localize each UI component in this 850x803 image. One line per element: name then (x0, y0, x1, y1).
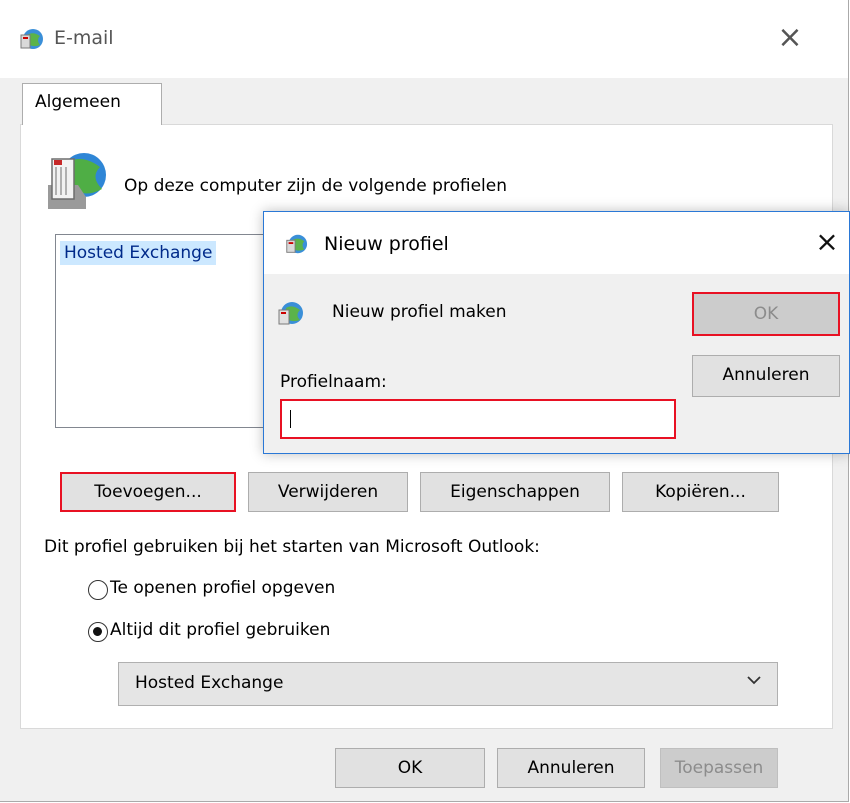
cancel-button[interactable]: Annuleren (497, 748, 645, 788)
remove-profile-button[interactable]: Verwijderen (248, 472, 408, 512)
radio-always-use-profile-label[interactable]: Altijd dit profiel gebruiken (110, 620, 330, 640)
dialog-title-bar: Nieuw profiel × (264, 212, 849, 274)
title-bar: E-mail × (0, 0, 848, 78)
properties-button[interactable]: Eigenschappen (420, 472, 610, 512)
add-profile-button[interactable]: Toevoegen... (60, 472, 236, 512)
radio-specify-profile[interactable] (88, 580, 108, 600)
text-caret (290, 410, 291, 428)
list-item[interactable]: Hosted Exchange (60, 241, 217, 265)
profiles-heading: Op deze computer zijn de volgende profie… (124, 176, 507, 196)
new-profile-dialog: Nieuw profiel × Nieuw profiel maken OK A… (263, 211, 850, 454)
close-icon[interactable]: × (770, 18, 810, 58)
dialog-ok-button[interactable]: OK (692, 292, 840, 336)
mail-profile-icon (278, 302, 303, 325)
tab-algemeen[interactable]: Algemeen (22, 83, 162, 125)
chevron-down-icon (747, 676, 761, 685)
copy-profile-button[interactable]: Kopiëren... (622, 472, 779, 512)
radio-specify-profile-label[interactable]: Te openen profiel opgeven (110, 578, 335, 598)
profile-name-label: Profielnaam: (280, 372, 387, 392)
profile-dropdown-value: Hosted Exchange (135, 673, 284, 693)
apply-button[interactable]: Toepassen (660, 748, 778, 788)
mail-server-icon (48, 153, 106, 209)
dialog-message: Nieuw profiel maken (332, 302, 507, 322)
radio-always-use-profile[interactable] (88, 622, 108, 642)
dialog-title: Nieuw profiel (324, 233, 449, 255)
close-icon[interactable]: × (809, 224, 845, 260)
profile-name-input[interactable] (280, 399, 676, 439)
dialog-cancel-button[interactable]: Annuleren (692, 355, 840, 397)
mail-profile-icon (286, 234, 308, 254)
window-title: E-mail (54, 27, 114, 49)
startup-label: Dit profiel gebruiken bij het starten va… (44, 537, 540, 557)
mail-profile-icon (20, 29, 43, 49)
radio-selected-dot (93, 627, 102, 636)
ok-button[interactable]: OK (335, 748, 485, 788)
profile-dropdown[interactable]: Hosted Exchange (118, 662, 778, 706)
